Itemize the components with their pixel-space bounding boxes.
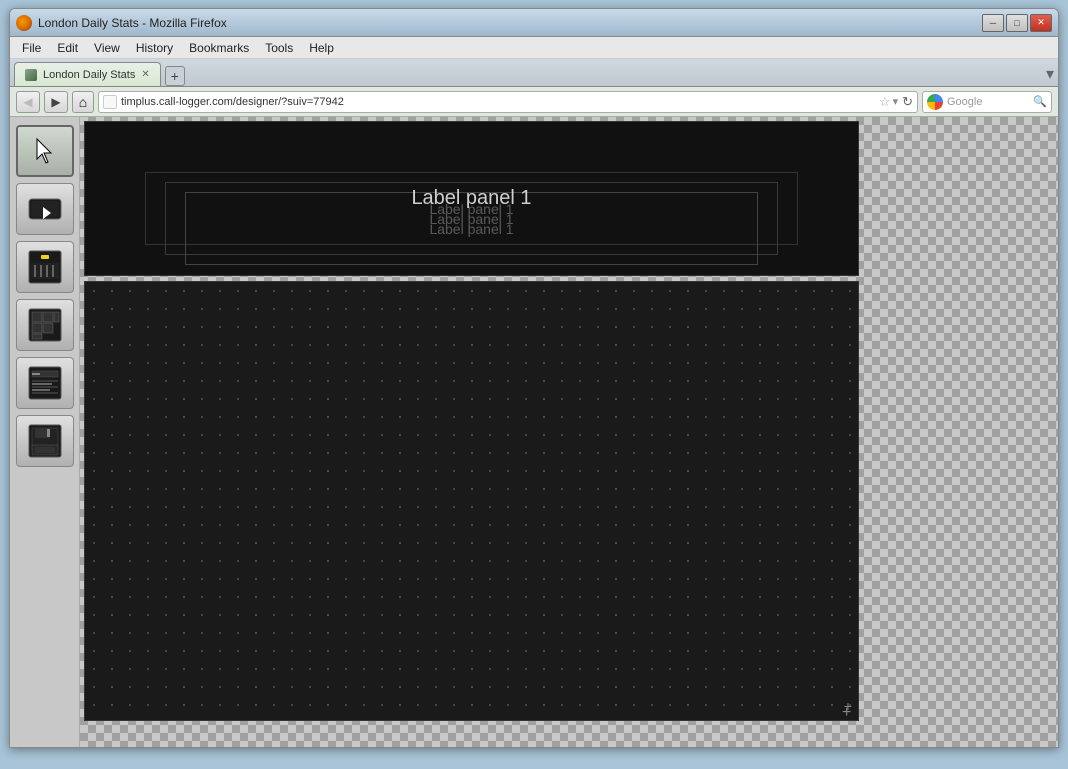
menu-edit[interactable]: Edit	[49, 39, 86, 57]
minimize-button[interactable]: ─	[982, 14, 1004, 32]
forward-button[interactable]: ▶	[44, 91, 68, 113]
design-canvas: Label panel 1 Label panel 1 Label panel …	[84, 121, 864, 721]
label-panel-text-1: Label panel 1	[411, 187, 531, 210]
title-bar: London Daily Stats - Mozilla Firefox ─ □…	[10, 9, 1058, 37]
list-tool-button[interactable]	[16, 357, 74, 409]
search-bar[interactable]: Google 🔍	[922, 91, 1052, 113]
save-tool-button[interactable]	[16, 415, 74, 467]
search-engine-icon	[927, 94, 943, 110]
active-tab[interactable]: London Daily Stats ✕	[14, 62, 161, 86]
list-icon	[27, 365, 63, 401]
menu-view[interactable]: View	[86, 39, 128, 57]
top-panel: Label panel 1 Label panel 1 Label panel …	[84, 121, 859, 276]
home-button[interactable]: ⌂	[72, 91, 94, 113]
firefox-icon	[16, 15, 32, 31]
close-button[interactable]: ✕	[1030, 14, 1052, 32]
select-tool-button[interactable]	[16, 125, 74, 177]
tab-favicon	[25, 69, 37, 81]
back-button[interactable]: ◀	[16, 91, 40, 113]
url-separator: ▾	[893, 95, 899, 108]
url-text: timplus.call-logger.com/designer/?suiv=7…	[121, 96, 879, 108]
maximize-button[interactable]: □	[1006, 14, 1028, 32]
menu-file[interactable]: File	[14, 39, 49, 57]
menu-history[interactable]: History	[128, 39, 181, 57]
menu-bar: File Edit View History Bookmarks Tools H…	[10, 37, 1058, 59]
menu-bookmarks[interactable]: Bookmarks	[181, 39, 257, 57]
browser-title: London Daily Stats - Mozilla Firefox	[38, 16, 227, 30]
tab-title: London Daily Stats	[43, 69, 135, 81]
navigation-bar: ◀ ▶ ⌂ timplus.call-logger.com/designer/?…	[10, 87, 1058, 117]
gauge-tool-button[interactable]	[16, 241, 74, 293]
tab-close-button[interactable]: ✕	[141, 69, 149, 80]
cursor-icon	[33, 137, 57, 165]
browser-window: London Daily Stats - Mozilla Firefox ─ □…	[9, 8, 1059, 748]
menu-tools[interactable]: Tools	[257, 39, 301, 57]
left-toolbar	[10, 117, 80, 747]
grid-icon	[27, 307, 63, 343]
url-bar[interactable]: timplus.call-logger.com/designer/?suiv=7…	[98, 91, 918, 113]
widget-tool-button[interactable]	[16, 183, 74, 235]
search-input[interactable]: Google	[947, 96, 1033, 108]
window-controls: ─ □ ✕	[982, 14, 1052, 32]
resize-handle[interactable]: +	[842, 704, 854, 716]
search-go-icon[interactable]: 🔍	[1033, 95, 1047, 108]
save-icon	[27, 423, 63, 459]
content-area: Label panel 1 Label panel 1 Label panel …	[10, 117, 1058, 747]
label-panel-1: Label panel 1	[85, 122, 858, 275]
gauge-icon	[27, 249, 63, 285]
grid-tool-button[interactable]	[16, 299, 74, 351]
bottom-panel: +	[84, 281, 859, 721]
bookmark-star-icon[interactable]: ☆	[879, 94, 891, 110]
tab-bar: London Daily Stats ✕ + ▾	[10, 59, 1058, 87]
new-tab-button[interactable]: +	[165, 66, 185, 86]
url-favicon	[103, 95, 117, 109]
canvas-wrapper[interactable]: Label panel 1 Label panel 1 Label panel …	[80, 117, 1058, 747]
menu-help[interactable]: Help	[301, 39, 342, 57]
widget-icon	[27, 195, 63, 223]
tab-scroll-button[interactable]: ▾	[1046, 64, 1054, 86]
reload-button[interactable]: ↻	[902, 94, 913, 110]
